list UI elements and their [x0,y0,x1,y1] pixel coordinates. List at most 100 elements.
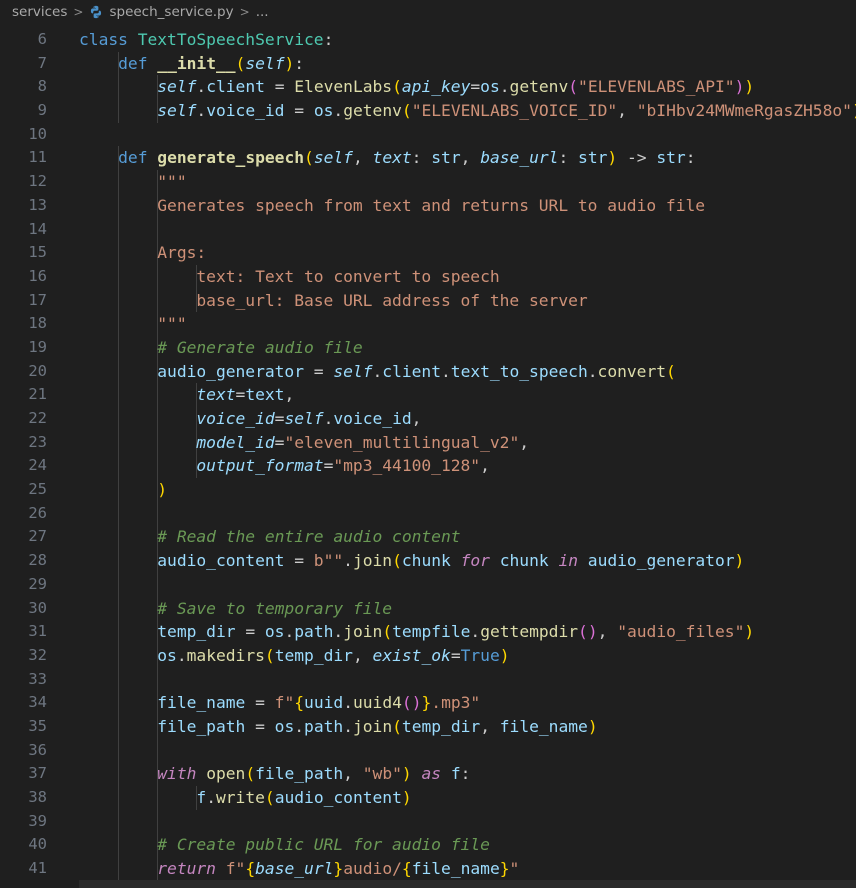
indent-guide [118,217,119,242]
code-line[interactable]: 13 Generates speech from text and return… [0,193,856,218]
line-number: 27 [28,527,47,546]
code-line[interactable]: 7 def __init__(self): [0,51,856,76]
horizontal-scrollbar[interactable] [79,880,856,888]
code-line[interactable]: 20 audio_generator = self.client.text_to… [0,359,856,384]
code-line[interactable]: 30 # Save to temporary file [0,596,856,621]
code-token: voice_id [206,101,285,121]
code-line[interactable]: 18 """ [0,312,856,336]
code-token: = [304,361,334,381]
code-token: exist_ok [372,645,451,665]
code-line[interactable]: 40 # Create public URL for audio file [0,833,856,858]
breadcrumb-file[interactable]: speech_service.py [109,4,233,20]
line-number: 41 [28,859,47,878]
line-number: 28 [28,551,47,570]
code-line[interactable]: 14 [0,217,856,242]
code-token: join [343,622,383,642]
code-line[interactable]: 38 f.write(audio_content) [0,786,856,810]
code-line[interactable]: 17 base_url: Base URL address of the ser… [0,288,856,313]
indent-guide [118,667,119,692]
code-line[interactable]: 23 model_id="eleven_multilingual_v2", [0,430,856,455]
code-token: . [206,788,216,807]
code-line[interactable]: 41 return f"{base_url}audio/{file_name}" [0,857,856,881]
indent-guide [118,809,119,834]
code-line[interactable]: 21 text=text, [0,383,856,407]
code-token: True [460,645,500,665]
code-token: client [382,361,441,381]
code-line[interactable]: 10 [0,123,856,147]
line-number: 30 [28,598,47,617]
code-token: base_url [255,859,334,879]
code-line[interactable]: 31 temp_dir = os.path.join(tempfile.gett… [0,620,856,644]
code-token: ) [744,622,755,642]
code-line[interactable]: 11 def generate_speech(self, text: str, … [0,146,856,171]
code-line[interactable]: 25 ) [0,478,856,502]
code-token: voice_id [196,409,275,428]
code-editor[interactable]: 6 class TextToSpeechService: 7 def __init_… [0,28,856,881]
code-line[interactable]: 28 audio_content = b"".join(chunk for ch… [0,549,856,573]
line-number: 33 [28,669,47,688]
code-line[interactable]: 33 [0,667,856,692]
code-line[interactable]: 6 class TextToSpeechService: [0,28,856,52]
code-token: . [294,716,305,736]
indent-guide [157,809,158,834]
code-line[interactable]: 8 self.client = ElevenLabs(api_key=os.ge… [0,75,856,100]
line-number: 18 [28,314,47,333]
line-number: 40 [28,835,47,854]
code-token: = [284,551,314,571]
line-number: 11 [28,148,47,167]
code-token: self [157,101,197,121]
code-token: def [118,148,158,168]
indent-guide [118,572,119,597]
code-text: temp_dir = os.path.join(tempfile.gettemp… [79,620,754,644]
code-token: __init__ [157,53,236,73]
code-token: ) [157,480,168,500]
code-line[interactable]: 35 file_path = os.path.join(temp_dir, fi… [0,714,856,739]
code-token: . [470,622,481,642]
code-text: class TextToSpeechService: [79,28,333,52]
code-token: temp_dir [401,716,481,736]
code-line[interactable]: 26 [0,501,856,526]
code-token: file_path [255,764,344,784]
code-line[interactable]: 9 self.voice_id = os.getenv("ELEVENLABS_… [0,99,856,123]
code-text: self.client = ElevenLabs(api_key=os.gete… [79,75,754,99]
code-line[interactable]: 15 Args: [0,241,856,265]
code-token: : [294,53,305,73]
code-text: ) [79,478,167,502]
code-line[interactable]: 29 [0,572,856,597]
code-token: . [343,716,353,736]
code-token: , [352,148,373,168]
code-token: ( [245,764,256,784]
code-line[interactable]: 32 os.makedirs(temp_dir, exist_ok=True) [0,643,856,668]
code-line[interactable]: 24 output_format="mp3_44100_128", [0,454,856,479]
line-number: 14 [28,219,47,238]
code-line[interactable]: 16 text: Text to convert to speech [0,264,856,289]
code-token: write [215,788,265,807]
code-token: file_name [411,859,500,879]
code-line[interactable]: 27 # Read the entire audio content [0,525,856,550]
code-text: os.makedirs(temp_dir, exist_ok=True) [79,644,509,668]
code-token: convert [597,361,667,381]
code-token: ( [264,788,275,807]
code-line[interactable]: 39 [0,809,856,834]
line-number: 13 [28,195,47,214]
code-token: = [450,645,461,665]
code-token: output_format [196,456,324,476]
code-line[interactable]: 37 with open(file_path, "wb") as f: [0,762,856,786]
breadcrumb-symbols[interactable]: ... [256,4,269,20]
code-token: . [343,551,353,571]
code-text: text=text, [79,383,294,407]
line-number: 15 [28,243,47,262]
code-token: ( [392,716,402,736]
code-line[interactable]: 12 """ [0,170,856,194]
line-number: 23 [28,432,47,451]
code-token: ElevenLabs [294,77,393,97]
code-token: voice_id [333,409,412,428]
breadcrumb-folder[interactable]: services [12,4,67,20]
code-token: ( [235,53,246,73]
code-line[interactable]: 36 [0,738,856,763]
code-token: , [343,764,363,784]
code-line[interactable]: 19 # Generate audio file [0,335,856,360]
code-token: os [313,101,334,121]
code-line[interactable]: 22 voice_id=self.voice_id, [0,407,856,431]
code-line[interactable]: 34 file_name = f"{uuid.uuid4()}.mp3" [0,691,856,715]
